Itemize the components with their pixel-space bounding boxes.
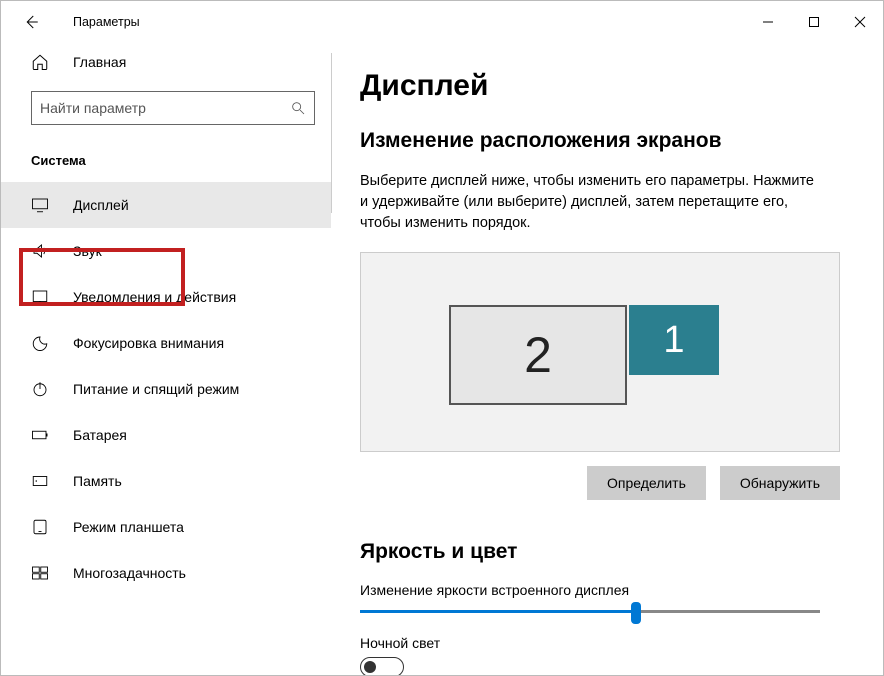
- arrange-heading: Изменение расположения экранов: [360, 129, 855, 153]
- sidebar-item-tablet[interactable]: Режим планшета: [1, 504, 331, 550]
- back-button[interactable]: [11, 2, 51, 42]
- close-button[interactable]: [837, 6, 883, 38]
- sidebar-item-monitor[interactable]: Дисплей: [1, 182, 331, 228]
- power-icon: [31, 380, 49, 398]
- sidebar-item-label: Многозадачность: [73, 565, 186, 581]
- home-label: Главная: [73, 54, 126, 70]
- sidebar-item-label: Память: [73, 473, 122, 489]
- sidebar-item-label: Питание и спящий режим: [73, 381, 239, 397]
- sidebar-item-sound[interactable]: Звук: [1, 228, 331, 274]
- identify-button[interactable]: Определить: [587, 466, 706, 500]
- arrange-description: Выберите дисплей ниже, чтобы изменить ег…: [360, 171, 820, 234]
- page-title: Дисплей: [360, 69, 855, 103]
- notifications-icon: [31, 288, 49, 306]
- tablet-icon: [31, 518, 49, 536]
- home-link[interactable]: Главная: [1, 43, 331, 81]
- search-input[interactable]: Найти параметр: [31, 91, 315, 125]
- home-icon: [31, 53, 49, 71]
- maximize-button[interactable]: [791, 6, 837, 38]
- sidebar-group-title: Система: [31, 153, 331, 168]
- sidebar-item-label: Фокусировка внимания: [73, 335, 224, 351]
- monitor-1[interactable]: 1: [629, 305, 719, 375]
- night-light-toggle[interactable]: [360, 657, 404, 675]
- sidebar-item-focus[interactable]: Фокусировка внимания: [1, 320, 331, 366]
- sidebar-item-multitask[interactable]: Многозадачность: [1, 550, 331, 596]
- storage-icon: [31, 472, 49, 490]
- sidebar-item-battery[interactable]: Батарея: [1, 412, 331, 458]
- focus-icon: [31, 334, 49, 352]
- multitask-icon: [31, 564, 49, 582]
- detect-button[interactable]: Обнаружить: [720, 466, 840, 500]
- toggle-knob: [364, 661, 376, 673]
- sidebar-item-label: Батарея: [73, 427, 127, 443]
- slider-thumb[interactable]: [631, 602, 641, 624]
- sidebar-item-label: Режим планшета: [73, 519, 184, 535]
- monitor-icon: [31, 196, 49, 214]
- battery-icon: [31, 426, 49, 444]
- sidebar-item-label: Звук: [73, 243, 102, 259]
- minimize-button[interactable]: [745, 6, 791, 38]
- display-arrangement-canvas[interactable]: 2 1: [360, 252, 840, 452]
- sidebar-item-power[interactable]: Питание и спящий режим: [1, 366, 331, 412]
- brightness-label: Изменение яркости встроенного дисплея: [360, 582, 855, 598]
- monitor-2[interactable]: 2: [449, 305, 627, 405]
- sidebar-item-storage[interactable]: Память: [1, 458, 331, 504]
- search-placeholder: Найти параметр: [40, 100, 146, 116]
- search-icon: [290, 100, 306, 116]
- app-title: Параметры: [73, 15, 140, 29]
- sound-icon: [31, 242, 49, 260]
- night-light-label: Ночной свет: [360, 635, 855, 651]
- brightness-slider[interactable]: [360, 610, 820, 613]
- sidebar-item-label: Уведомления и действия: [73, 289, 236, 305]
- sidebar-item-label: Дисплей: [73, 197, 129, 213]
- sidebar-item-notifications[interactable]: Уведомления и действия: [1, 274, 331, 320]
- brightness-heading: Яркость и цвет: [360, 540, 855, 564]
